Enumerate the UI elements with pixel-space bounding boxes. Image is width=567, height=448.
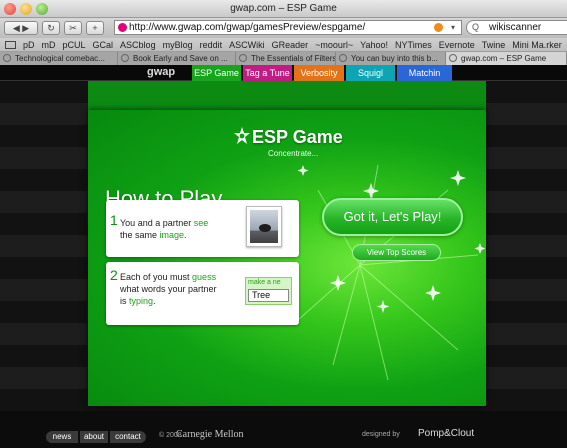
browser-tab[interactable]: Technological comebac... [0, 52, 118, 65]
add-bookmark-icon[interactable]: + [86, 21, 104, 35]
site-footer: news about contact © 2008 Carnegie Mello… [0, 411, 567, 448]
search-text: wikiscanner [489, 22, 542, 33]
window-title: gwap.com – ESP Game [230, 3, 337, 14]
bookmark-item[interactable]: Mini Ma.rker [512, 38, 562, 51]
close-tab-icon[interactable] [121, 54, 129, 62]
title-bar: gwap.com – ESP Game [0, 0, 567, 18]
browser-tab[interactable]: You can buy into this b... [336, 52, 446, 65]
footer-link-contact[interactable]: contact [110, 431, 146, 443]
browser-toolbar: ◀ ▶ ↻ ✂ + http://www.gwap.com/gwap/games… [0, 18, 567, 38]
close-tab-icon[interactable] [239, 54, 247, 62]
nav-tab-tag-a-tune[interactable]: Tag a Tune [243, 65, 292, 81]
nav-tab-squigl[interactable]: Squigl [346, 65, 395, 81]
game-title: ESP Game [252, 127, 343, 147]
step-2-number: 2 [110, 267, 118, 283]
nav-tab-esp-game[interactable]: ESP Game [192, 65, 241, 81]
bookmark-item[interactable]: GCal [93, 38, 114, 51]
bookmarks-bar: pD mD pCUL GCal ASCblog myBlog reddit ASCWiki GR… [0, 38, 567, 52]
close-tab-icon[interactable] [3, 54, 11, 62]
snapback-icon[interactable]: ✂ [64, 21, 82, 35]
site-logo[interactable]: gwap [147, 66, 175, 78]
designer-logo[interactable]: Pomp&Clout [418, 428, 474, 439]
footer-link-news[interactable]: news [46, 431, 78, 443]
search-field[interactable]: Q wikiscanner [466, 20, 567, 35]
address-text: http://www.gwap.com/gwap/gamesPreview/es… [129, 22, 366, 33]
browser-tab[interactable]: The Essentials of Filters [236, 52, 336, 65]
bookmark-item[interactable]: GReader [272, 38, 309, 51]
guess-label: make a ne [248, 279, 281, 286]
bookmarks-book-icon[interactable] [5, 41, 16, 49]
cmu-logo[interactable]: Carnegie Mellon [176, 429, 243, 440]
bookmark-item[interactable]: ASCblog [120, 38, 156, 51]
close-tab-icon[interactable] [449, 54, 457, 62]
close-tab-icon[interactable] [339, 54, 347, 62]
step-1-card: 1 You and a partner see the same image. [106, 200, 299, 257]
bookmark-item[interactable]: pD [23, 38, 35, 51]
browser-tab[interactable]: Book Early and Save on ... [118, 52, 236, 65]
bookmark-item[interactable]: Twine [482, 38, 506, 51]
shared-image-thumbnail [246, 206, 282, 247]
address-bar[interactable]: http://www.gwap.com/gwap/gamesPreview/es… [114, 20, 462, 35]
guess-example-box: make a ne Tree [245, 277, 292, 305]
game-subtitle: Concentrate... [268, 149, 319, 158]
bookmark-item[interactable]: myBlog [163, 38, 193, 51]
step-2-text: Each of you must guess what words your pa… [120, 272, 217, 306]
browser-tab-active[interactable]: gwap.com – ESP Game [446, 52, 567, 65]
step-1-number: 1 [110, 212, 118, 228]
search-icon: Q [472, 22, 480, 32]
bookmark-item[interactable]: reddit [200, 38, 223, 51]
bookmark-item[interactable]: ASCWiki [229, 38, 265, 51]
bookmark-item[interactable]: Yahoo! [360, 38, 388, 51]
tree-photo [250, 210, 278, 243]
designed-by-label: designed by [362, 431, 400, 438]
back-forward-buttons[interactable]: ◀ ▶ [4, 21, 38, 35]
game-panel-top [88, 81, 486, 110]
reload-icon[interactable]: ↻ [42, 21, 60, 35]
step-2-card: 2 Each of you must guess what words your … [106, 262, 299, 325]
tab-bar: Technological comebac... Book Early and … [0, 52, 567, 65]
address-dropdown-icon[interactable]: ▾ [451, 21, 455, 34]
footer-link-about[interactable]: about [80, 431, 108, 443]
guess-example-input: Tree [248, 289, 289, 302]
nav-tab-matchin[interactable]: Matchin [397, 65, 452, 81]
esp-logo-icon [234, 127, 250, 144]
bookmark-item[interactable]: ~moourl~ [315, 38, 353, 51]
view-top-scores-button[interactable]: View Top Scores [352, 244, 441, 261]
bookmark-item[interactable]: pCUL [63, 38, 86, 51]
bookmark-item[interactable]: Evernote [439, 38, 475, 51]
step-1-text: You and a partner see the same image. [120, 218, 209, 240]
site-nav: gwap ESP Game Tag a Tune Verbosity Squig… [0, 65, 567, 81]
rss-icon[interactable] [434, 23, 443, 32]
site-favicon-icon [118, 23, 127, 32]
nav-tab-verbosity[interactable]: Verbosity [294, 65, 344, 81]
bookmark-item[interactable]: mD [42, 38, 56, 51]
browser-window: gwap.com – ESP Game ◀ ▶ ↻ ✂ + http://www… [0, 0, 567, 448]
bookmark-item[interactable]: NYTimes [395, 38, 432, 51]
play-button[interactable]: Got it, Let's Play! [322, 198, 463, 236]
